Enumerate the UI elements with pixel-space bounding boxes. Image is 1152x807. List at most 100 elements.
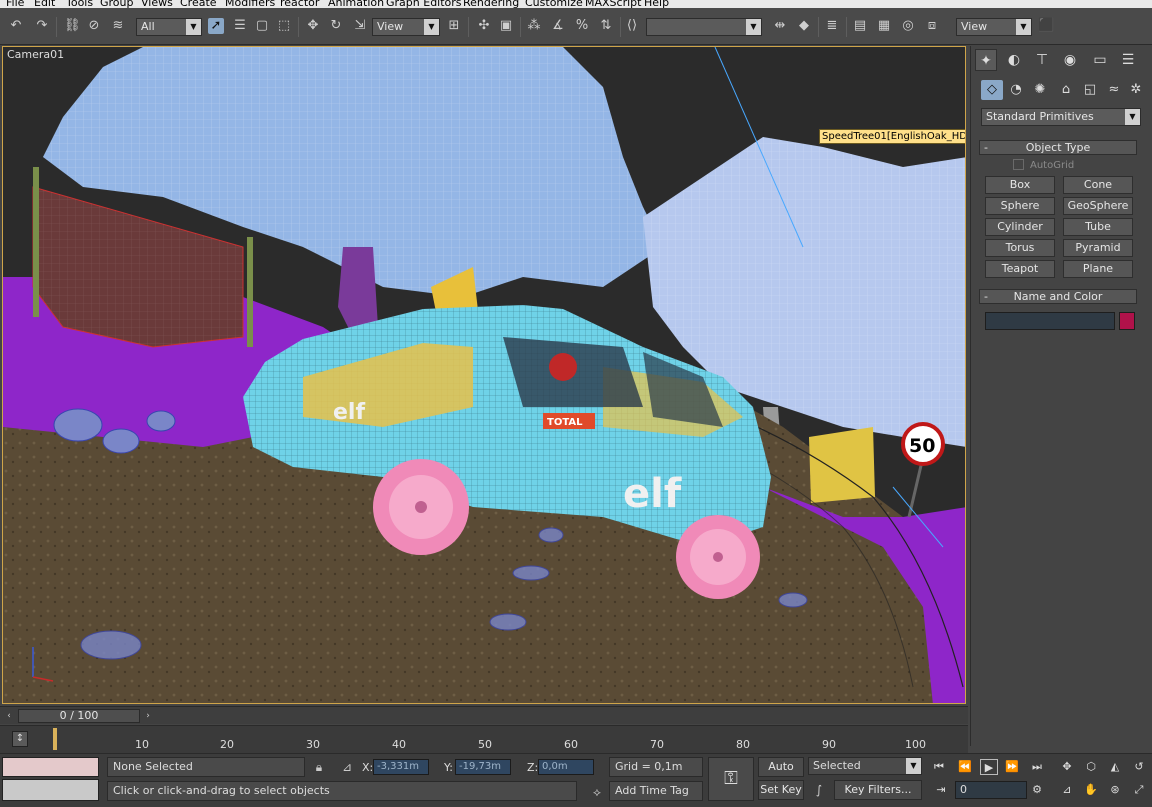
box-button[interactable]: Box bbox=[985, 176, 1055, 194]
menu-reactor[interactable]: reactor bbox=[280, 0, 319, 8]
camera-viewport[interactable]: TOTAL elf elf 50 Camera01 SpeedTree01[En… bbox=[2, 46, 966, 704]
motion-tab-icon[interactable]: ◉ bbox=[1059, 49, 1081, 71]
primitives-dropdown[interactable]: Standard Primitives ▼ bbox=[981, 108, 1141, 126]
previous-frame-icon[interactable]: ⏪ bbox=[956, 759, 974, 775]
hierarchy-tab-icon[interactable]: ⊤ bbox=[1031, 49, 1053, 71]
menu-maxscript[interactable]: MAXScript bbox=[585, 0, 641, 8]
menu-create[interactable]: Create bbox=[180, 0, 217, 8]
cone-button[interactable]: Cone bbox=[1063, 176, 1133, 194]
z-coordinate-field[interactable]: 0,0m bbox=[538, 759, 594, 775]
mirror-icon[interactable]: ⇹ bbox=[772, 18, 788, 34]
undo-icon[interactable]: ↶ bbox=[8, 18, 24, 34]
object-color-swatch[interactable] bbox=[1119, 312, 1135, 330]
space-warps-icon[interactable]: ≈ bbox=[1103, 80, 1125, 100]
menu-tools[interactable]: Tools bbox=[66, 0, 93, 8]
shapes-icon[interactable]: ◔ bbox=[1005, 80, 1027, 100]
menu-views[interactable]: Views bbox=[141, 0, 173, 8]
time-slider[interactable]: ‹ 0 / 100 › bbox=[0, 706, 968, 724]
play-icon[interactable]: ▶ bbox=[980, 759, 998, 775]
key-selection-dropdown[interactable]: Selected ▼ bbox=[808, 757, 922, 775]
set-key-button[interactable]: Set Key bbox=[758, 780, 804, 800]
unlink-icon[interactable]: ⊘ bbox=[86, 18, 102, 34]
key-mode-toggle-icon[interactable]: ⇥ bbox=[932, 782, 950, 798]
menu-edit[interactable]: Edit bbox=[34, 0, 55, 8]
set-key-mode-key-icon[interactable]: ⚿ bbox=[708, 757, 754, 801]
bind-space-warp-icon[interactable]: ≋ bbox=[110, 18, 126, 34]
chevron-right-icon[interactable]: › bbox=[142, 709, 154, 723]
redo-icon[interactable]: ↷ bbox=[34, 18, 50, 34]
object-name-input[interactable] bbox=[985, 312, 1115, 330]
render-setup-icon[interactable]: ⧈ bbox=[924, 18, 940, 34]
auto-key-button[interactable]: Auto Key bbox=[758, 757, 804, 791]
percent-snap-icon[interactable]: % bbox=[574, 18, 590, 34]
sphere-button[interactable]: Sphere bbox=[985, 197, 1055, 215]
scale-icon[interactable]: ⇲ bbox=[352, 18, 368, 34]
render-view-dropdown[interactable]: View ▼ bbox=[956, 18, 1032, 36]
curve-editor-mini-icon[interactable]: ↕ bbox=[12, 731, 28, 747]
pyramid-button[interactable]: Pyramid bbox=[1063, 239, 1133, 257]
tube-button[interactable]: Tube bbox=[1063, 218, 1133, 236]
select-and-link-icon[interactable]: ⛓ bbox=[64, 18, 81, 34]
edit-named-selection-icon[interactable]: ⟨⟩ bbox=[624, 18, 640, 34]
autogrid-checkbox[interactable]: AutoGrid bbox=[1013, 159, 1074, 171]
chevron-left-icon[interactable]: ‹ bbox=[3, 709, 15, 723]
snaps-toggle-icon[interactable]: ⁂ bbox=[526, 18, 542, 34]
time-tag-icon[interactable]: ⟡ bbox=[590, 785, 604, 799]
time-configuration-icon[interactable]: ⚙ bbox=[1028, 782, 1046, 798]
plane-button[interactable]: Plane bbox=[1063, 260, 1133, 278]
zoom-icon[interactable]: ✥ bbox=[1058, 759, 1076, 775]
modify-tab-icon[interactable]: ◐ bbox=[1003, 49, 1025, 71]
spinner-snap-icon[interactable]: ⇅ bbox=[598, 18, 614, 34]
systems-icon[interactable]: ✲ bbox=[1125, 80, 1147, 100]
utilities-tab-icon[interactable]: ☰ bbox=[1117, 49, 1139, 71]
quick-render-icon[interactable]: ⬛ bbox=[1038, 18, 1054, 34]
field-of-view-icon[interactable]: ⊿ bbox=[1058, 782, 1076, 798]
display-tab-icon[interactable]: ▭ bbox=[1089, 49, 1111, 71]
select-object-icon[interactable]: ➚ bbox=[208, 18, 224, 34]
dolly-icon[interactable]: ◭ bbox=[1106, 759, 1124, 775]
go-to-end-icon[interactable]: ⏭ bbox=[1028, 759, 1046, 775]
cameras-icon[interactable]: ⌂ bbox=[1055, 80, 1077, 100]
keyboard-shortcut-override-icon[interactable]: ▣ bbox=[498, 18, 514, 34]
lights-icon[interactable]: ✺ bbox=[1029, 80, 1051, 100]
helpers-icon[interactable]: ◱ bbox=[1079, 80, 1101, 100]
torus-button[interactable]: Torus bbox=[985, 239, 1055, 257]
pan-hand-icon[interactable]: ✋ bbox=[1082, 782, 1100, 798]
align-icon[interactable]: ◆ bbox=[796, 18, 812, 34]
cylinder-button[interactable]: Cylinder bbox=[985, 218, 1055, 236]
curve-editor-icon[interactable]: ▤ bbox=[852, 18, 868, 34]
geometry-icon[interactable]: ◇ bbox=[981, 80, 1003, 100]
x-coordinate-field[interactable]: -3,331m bbox=[373, 759, 429, 775]
zoom-all-icon[interactable]: ⬡ bbox=[1082, 759, 1100, 775]
menu-rendering[interactable]: Rendering bbox=[463, 0, 519, 8]
current-frame-input[interactable]: 0 bbox=[955, 781, 1027, 799]
named-selection-dropdown[interactable]: ▼ bbox=[646, 18, 762, 36]
schematic-view-icon[interactable]: ▦ bbox=[876, 18, 892, 34]
material-editor-icon[interactable]: ◎ bbox=[900, 18, 916, 34]
rectangular-selection-icon[interactable]: ▢ bbox=[254, 18, 270, 34]
add-time-tag-button[interactable]: Add Time Tag bbox=[609, 781, 703, 801]
menu-graph-editors[interactable]: Graph Editors bbox=[386, 0, 462, 8]
time-slider-thumb[interactable]: 0 / 100 bbox=[18, 709, 140, 723]
go-to-start-icon[interactable]: ⏮ bbox=[930, 759, 948, 775]
maxscript-listener-white[interactable] bbox=[2, 779, 99, 801]
select-manipulate-icon[interactable]: ✣ bbox=[476, 18, 492, 34]
window-crossing-icon[interactable]: ⬚ bbox=[276, 18, 292, 34]
viewport-label[interactable]: Camera01 bbox=[7, 48, 64, 61]
maximize-viewport-icon[interactable]: ⤢ bbox=[1130, 782, 1148, 798]
menu-animation[interactable]: Animation bbox=[328, 0, 384, 8]
default-tangents-icon[interactable]: ∫ bbox=[812, 783, 826, 797]
absolute-mode-icon[interactable]: ⊿ bbox=[340, 760, 354, 774]
reference-coordinate-dropdown[interactable]: View ▼ bbox=[372, 18, 440, 36]
geosphere-button[interactable]: GeoSphere bbox=[1063, 197, 1133, 215]
maxscript-listener-pink[interactable] bbox=[2, 757, 99, 777]
select-by-name-icon[interactable]: ☰ bbox=[232, 18, 248, 34]
menu-customize[interactable]: Customize bbox=[525, 0, 583, 8]
angle-snap-icon[interactable]: ∡ bbox=[550, 18, 566, 34]
y-coordinate-field[interactable]: -19,73m bbox=[455, 759, 511, 775]
menu-modifiers[interactable]: Modifiers bbox=[225, 0, 275, 8]
menu-help[interactable]: Help bbox=[644, 0, 669, 8]
key-filters-button[interactable]: Key Filters... bbox=[834, 780, 922, 800]
teapot-button[interactable]: Teapot bbox=[985, 260, 1055, 278]
selection-filter-dropdown[interactable]: All ▼ bbox=[136, 18, 202, 36]
